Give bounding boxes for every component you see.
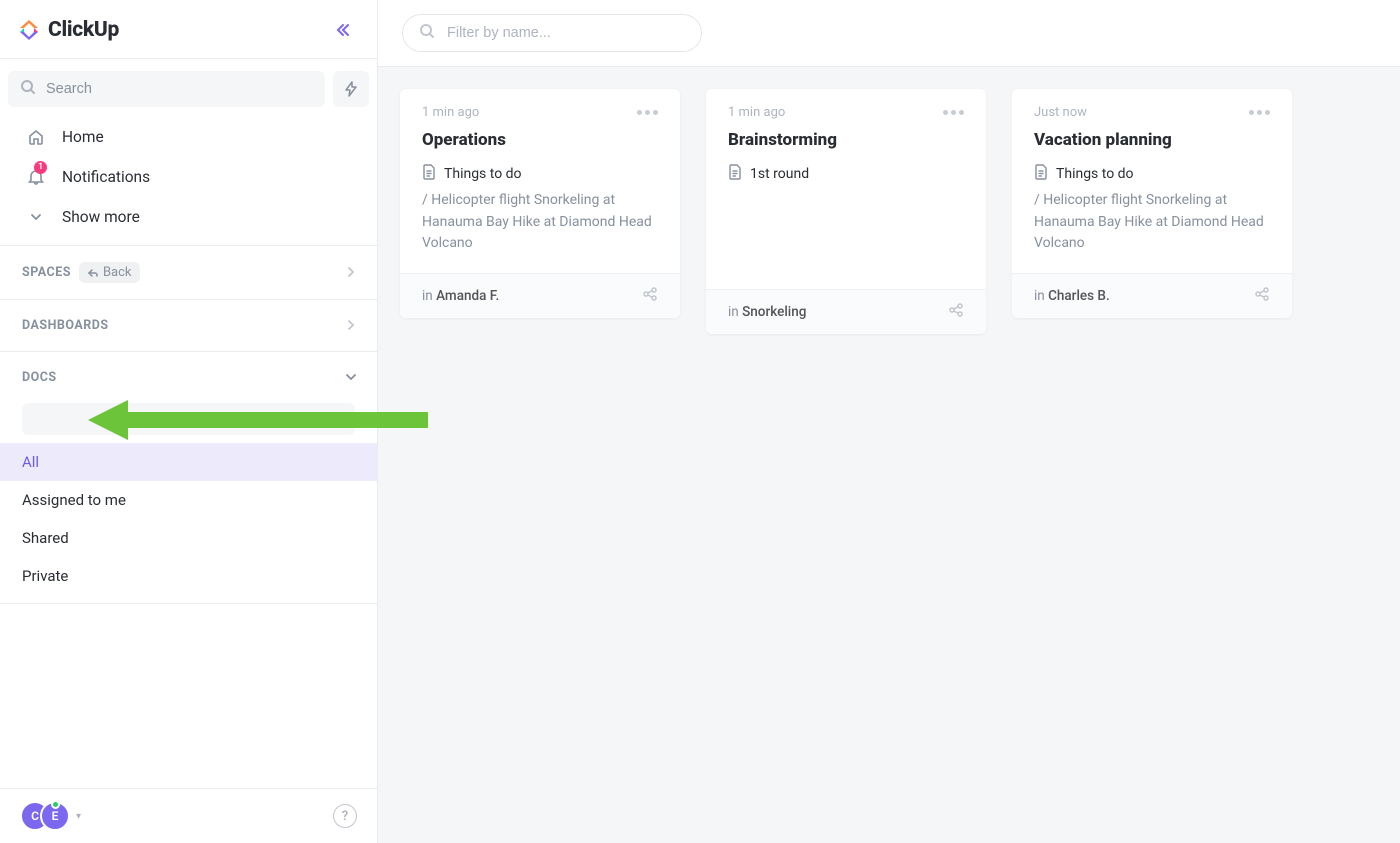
add-new-doc-button[interactable]: ADD NEW [22,403,355,435]
docs-title: DOCS [22,370,57,385]
dashboards-title: DASHBOARDS [22,318,109,333]
card-doc-row: 1st round [728,164,964,184]
home-icon [26,127,46,147]
nav-notifications[interactable]: 1 Notifications [0,157,377,197]
nav-home-label: Home [62,128,104,146]
sidebar: ClickUp Home [0,0,378,843]
online-indicator-icon [51,800,60,809]
dashboards-header[interactable]: DASHBOARDS [0,300,377,351]
section-dashboards: DASHBOARDS [0,299,377,351]
card-title: Operations [422,130,658,150]
card-preview: / Helicopter flight Snorkeling at Hanaum… [422,190,658,255]
nav-notifications-label: Notifications [62,168,150,186]
spaces-header[interactable]: SPACES Back [0,246,377,299]
chevron-right-icon [345,316,357,335]
doc-card[interactable]: Just now Vacation planning Things to do … [1012,89,1292,318]
card-preview: / Helicopter flight Snorkeling at Hanaum… [1034,190,1270,255]
chevron-right-icon [345,263,357,282]
add-new-label: ADD NEW [166,412,230,426]
document-icon [1034,164,1048,184]
search-icon [20,79,36,99]
search-icon [419,23,435,43]
card-time: Just now [1034,105,1249,120]
doc-card[interactable]: 1 min ago Brainstorming 1st round in Sno… [706,89,986,334]
section-spaces: SPACES Back [0,245,377,299]
search-box[interactable] [8,71,325,107]
card-doc-row: Things to do [1034,164,1270,184]
card-menu-button[interactable] [1249,110,1270,115]
search-input[interactable] [46,81,313,97]
sidebar-collapse-button[interactable] [329,16,357,44]
card-menu-button[interactable] [943,110,964,115]
spaces-title: SPACES [22,265,71,280]
card-time: 1 min ago [728,105,943,120]
card-title: Brainstorming [728,130,964,150]
card-doc-label: Things to do [1056,166,1134,182]
docs-filter-shared[interactable]: Shared [0,519,377,557]
card-time: 1 min ago [422,105,637,120]
sidebar-footer: C E ▾ ? [0,788,377,843]
help-button[interactable]: ? [333,804,357,828]
card-location: in Snorkeling [728,304,806,320]
logo-icon [18,19,40,41]
main-content: 1 min ago Operations Things to do / Heli… [378,0,1400,843]
filter-input-wrapper[interactable] [402,14,702,52]
back-label: Back [103,265,132,280]
docs-filter-assigned[interactable]: Assigned to me [0,481,377,519]
brand-logo[interactable]: ClickUp [18,18,119,42]
nav-home[interactable]: Home [0,117,377,157]
document-icon [728,164,742,184]
brand-name: ClickUp [48,18,119,42]
filter-input[interactable] [447,25,685,41]
spaces-back-chip[interactable]: Back [79,262,140,283]
share-icon[interactable] [1254,286,1270,306]
doc-cards: 1 min ago Operations Things to do / Heli… [378,67,1400,356]
plus-icon [148,413,160,425]
section-docs: DOCS ADD NEW All Assigned to me Shared P… [0,351,377,604]
share-icon[interactable] [642,286,658,306]
docs-filter-list: All Assigned to me Shared Private [0,435,377,603]
share-icon[interactable] [948,302,964,322]
docs-header[interactable]: DOCS [0,352,377,403]
docs-filter-private[interactable]: Private [0,557,377,595]
card-doc-label: 1st round [750,166,809,182]
card-doc-label: Things to do [444,166,522,182]
filter-bar [378,0,1400,67]
nav-show-more[interactable]: Show more [0,197,377,237]
chevron-down-icon [345,368,357,387]
document-icon [422,164,436,184]
docs-filter-all[interactable]: All [0,443,377,481]
card-menu-button[interactable] [637,110,658,115]
card-title: Vacation planning [1034,130,1270,150]
doc-card[interactable]: 1 min ago Operations Things to do / Heli… [400,89,680,318]
quick-action-button[interactable] [333,71,369,107]
chevron-down-icon [26,207,46,227]
card-doc-row: Things to do [422,164,658,184]
search-row [0,59,377,107]
sidebar-header: ClickUp [0,0,377,59]
user-avatars[interactable]: C E [20,801,70,831]
nav-show-more-label: Show more [62,208,140,226]
card-location: in Amanda F. [422,288,499,304]
card-location: in Charles B. [1034,288,1110,304]
primary-nav: Home 1 Notifications Show more [0,107,377,245]
chevron-down-icon[interactable]: ▾ [76,811,81,822]
